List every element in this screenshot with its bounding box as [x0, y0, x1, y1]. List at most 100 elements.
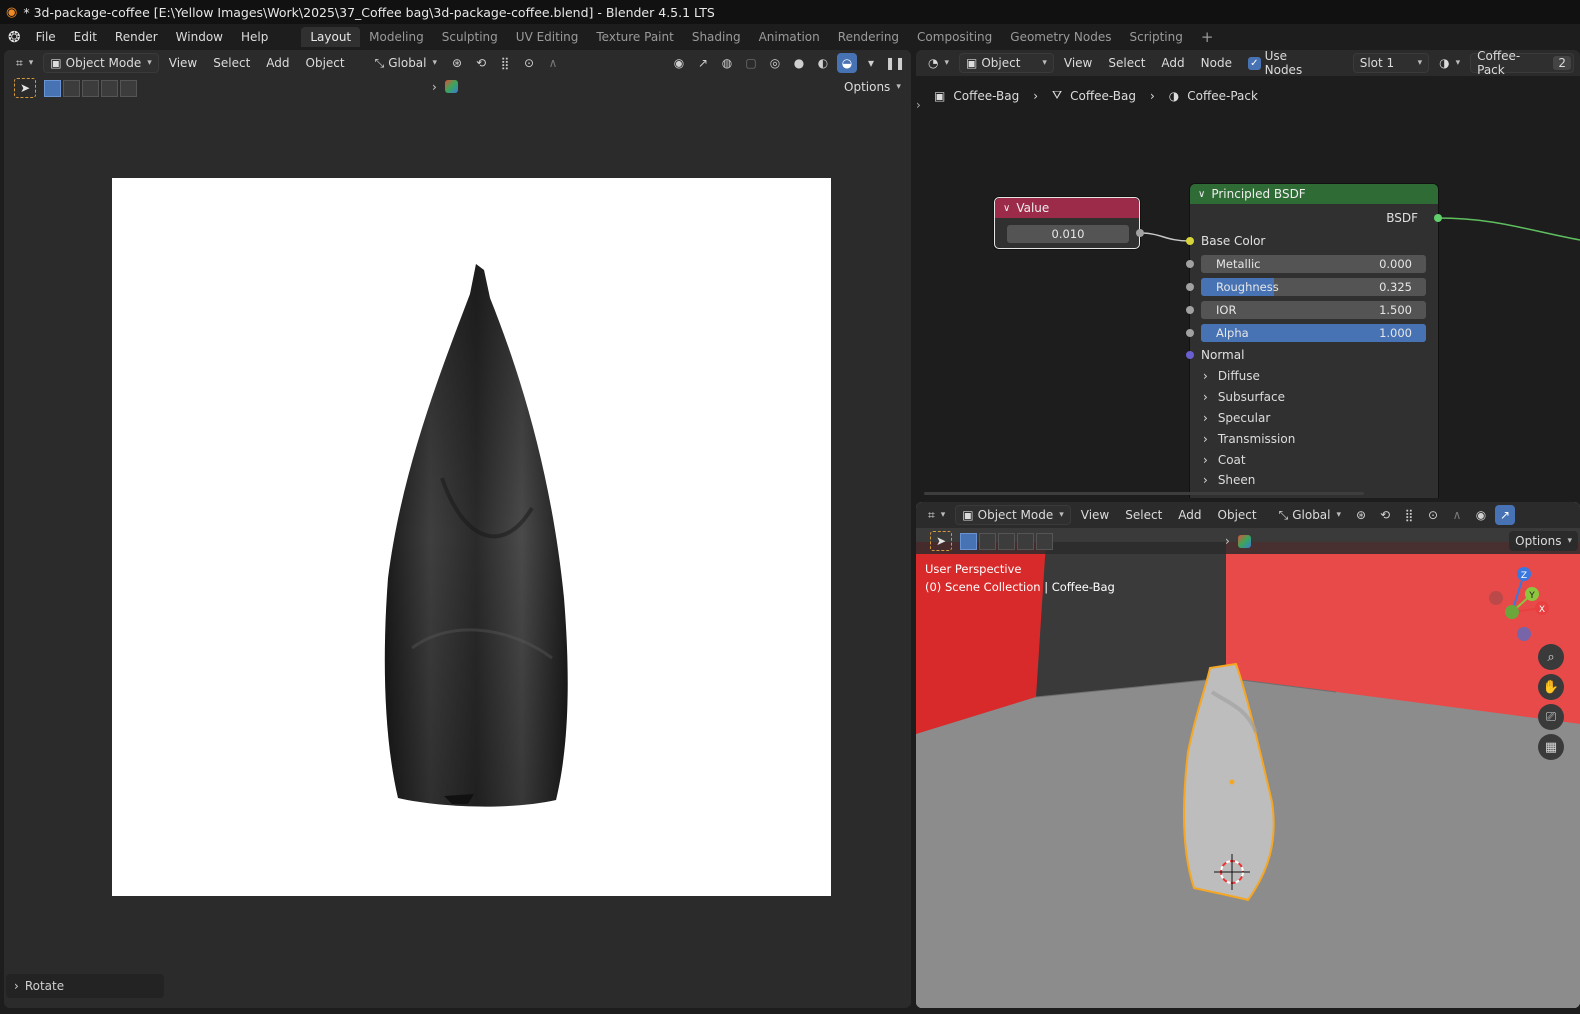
mode-dropdown[interactable]: ▣ Object Mode ▾	[955, 505, 1071, 525]
navigation-gizmo[interactable]: Z Y X	[1482, 562, 1552, 642]
object-menu[interactable]: Object	[1212, 508, 1263, 522]
pivot-point-icon[interactable]: ⊛	[447, 53, 467, 73]
select-intersect-icon[interactable]	[120, 79, 137, 97]
editor-type-button[interactable]: ⌗ ▾	[10, 53, 39, 73]
horizontal-scrollbar[interactable]	[924, 492, 1364, 495]
add-menu[interactable]: Add	[1172, 508, 1207, 522]
collapse-arrow-icon[interactable]: ›	[432, 80, 437, 94]
gizmo-icon[interactable]: ↗	[693, 53, 713, 73]
collapse-chevron-icon[interactable]: ∨	[1198, 189, 1205, 200]
tab-scripting[interactable]: Scripting	[1121, 27, 1192, 47]
overlay-icon[interactable]: ◍	[717, 53, 737, 73]
principled-bsdf-node[interactable]: ∨ Principled BSDF BSDF Base Color Metall…	[1186, 184, 1442, 498]
options-dropdown[interactable]: Options ▾	[1509, 531, 1578, 551]
metallic-field[interactable]: Metallic 0.000	[1201, 255, 1426, 273]
select-tool-icon[interactable]: ➤	[14, 78, 36, 98]
tab-modeling[interactable]: Modeling	[360, 27, 433, 47]
view-menu[interactable]: View	[163, 56, 203, 70]
tab-uv-editing[interactable]: UV Editing	[507, 27, 588, 47]
editor-type-button[interactable]: ⌗ ▾	[922, 505, 951, 525]
menu-render[interactable]: Render	[106, 30, 167, 44]
roughness-socket[interactable]	[1186, 283, 1194, 291]
xray-icon[interactable]: ▢	[741, 53, 761, 73]
add-menu[interactable]: Add	[260, 56, 295, 70]
pivot-point-icon[interactable]: ⊛	[1351, 505, 1371, 525]
ior-socket[interactable]	[1186, 306, 1194, 314]
select-extend-icon[interactable]	[63, 79, 80, 97]
snap-icon[interactable]: ⟲	[471, 53, 491, 73]
transform-orientation-dropdown[interactable]: ⤡ Global ▾	[1273, 505, 1347, 525]
material-preview-icon[interactable]: ◐	[813, 53, 833, 73]
menu-edit[interactable]: Edit	[65, 30, 106, 44]
metallic-socket[interactable]	[1186, 260, 1194, 268]
pause-render-icon[interactable]: ❚❚	[885, 53, 905, 73]
object-data-icon[interactable]	[1237, 534, 1251, 548]
snap-target-icon[interactable]: ⣿	[495, 53, 515, 73]
tab-layout[interactable]: Layout	[301, 26, 361, 47]
select-subtract-icon[interactable]	[82, 79, 99, 97]
value-node[interactable]: ∨ Value 0.010	[994, 197, 1144, 249]
ior-field[interactable]: IOR 1.500	[1201, 301, 1426, 319]
mode-dropdown[interactable]: ▣ Object Mode ▾	[43, 53, 159, 73]
visibility-eye-icon[interactable]: ◉	[1471, 505, 1491, 525]
select-new-icon[interactable]	[44, 79, 61, 97]
rendered-shading-icon[interactable]: ◒	[837, 53, 857, 73]
object-menu[interactable]: Object	[300, 56, 351, 70]
tab-sculpting[interactable]: Sculpting	[433, 27, 507, 47]
add-workspace-button[interactable]: +	[1192, 25, 1223, 49]
alpha-socket[interactable]	[1186, 329, 1194, 337]
solid-shading-icon[interactable]: ●	[789, 53, 809, 73]
falloff-icon[interactable]: ∧	[543, 53, 563, 73]
falloff-icon[interactable]: ∧	[1447, 505, 1467, 525]
tab-animation[interactable]: Animation	[750, 27, 829, 47]
panel-transmission[interactable]: › Transmission	[1203, 432, 1295, 446]
view-menu[interactable]: View	[1075, 508, 1115, 522]
snap-target-icon[interactable]: ⣿	[1399, 505, 1419, 525]
gizmo-icon[interactable]: ↗	[1495, 505, 1516, 525]
left-3d-viewport[interactable]: ⌗ ▾ ▣ Object Mode ▾ View Select Add Object …	[4, 50, 911, 1008]
value-output-socket[interactable]	[1136, 229, 1144, 237]
pan-hand-icon[interactable]: ✋	[1538, 674, 1564, 700]
right-3d-viewport[interactable]: ⌗ ▾ ▣ Object Mode ▾ View Select Add Object …	[916, 502, 1580, 1008]
collapse-chevron-icon[interactable]: ∨	[1003, 203, 1010, 214]
roughness-field[interactable]: Roughness 0.325	[1201, 278, 1426, 296]
select-subtract-icon[interactable]	[998, 532, 1015, 550]
ortho-grid-icon[interactable]: ▦	[1538, 734, 1564, 760]
visibility-eye-icon[interactable]: ◉	[669, 53, 689, 73]
tab-geometry-nodes[interactable]: Geometry Nodes	[1001, 27, 1120, 47]
shader-node-editor[interactable]: ◔ ▾ ▣ Object ▾ View Select Add Node ✓ Use N…	[916, 50, 1580, 498]
select-menu[interactable]: Select	[1119, 508, 1168, 522]
panel-coat[interactable]: › Coat	[1203, 453, 1246, 467]
select-new-icon[interactable]	[960, 532, 977, 550]
options-dropdown[interactable]: Options ▾	[838, 77, 907, 97]
object-data-icon[interactable]	[445, 80, 458, 93]
panel-specular[interactable]: › Specular	[1203, 411, 1270, 425]
bsdf-output-socket[interactable]	[1434, 214, 1442, 222]
panel-subsurface[interactable]: › Subsurface	[1203, 390, 1285, 404]
proportional-edit-icon[interactable]: ⊙	[1423, 505, 1443, 525]
select-difference-icon[interactable]	[1017, 532, 1034, 550]
select-extend-icon[interactable]	[979, 532, 996, 550]
select-tool-icon[interactable]: ➤	[930, 531, 952, 551]
value-node-header[interactable]: ∨ Value	[995, 198, 1139, 218]
select-intersect-icon[interactable]	[1036, 532, 1053, 550]
last-operator-panel[interactable]: › Rotate	[6, 974, 164, 998]
menu-help[interactable]: Help	[232, 30, 277, 44]
alpha-field[interactable]: Alpha 1.000	[1201, 324, 1426, 342]
select-menu[interactable]: Select	[207, 56, 256, 70]
base-color-socket[interactable]	[1186, 237, 1194, 245]
normal-socket[interactable]	[1186, 351, 1194, 359]
menu-window[interactable]: Window	[167, 30, 232, 44]
panel-sheen[interactable]: › Sheen	[1203, 473, 1255, 487]
menu-file[interactable]: File	[27, 30, 65, 44]
bsdf-node-header[interactable]: ∨ Principled BSDF	[1190, 184, 1438, 204]
wireframe-shading-icon[interactable]: ◎	[765, 53, 785, 73]
snap-icon[interactable]: ⟲	[1375, 505, 1395, 525]
tab-texture-paint[interactable]: Texture Paint	[587, 27, 682, 47]
camera-view-icon[interactable]: ⎚	[1538, 704, 1564, 730]
blender-menu-icon[interactable]: ❂	[8, 28, 21, 46]
transform-orientation-dropdown[interactable]: ⤡ Global ▾	[369, 53, 443, 73]
tab-shading[interactable]: Shading	[683, 27, 750, 47]
tab-rendering[interactable]: Rendering	[829, 27, 908, 47]
tab-compositing[interactable]: Compositing	[908, 27, 1001, 47]
